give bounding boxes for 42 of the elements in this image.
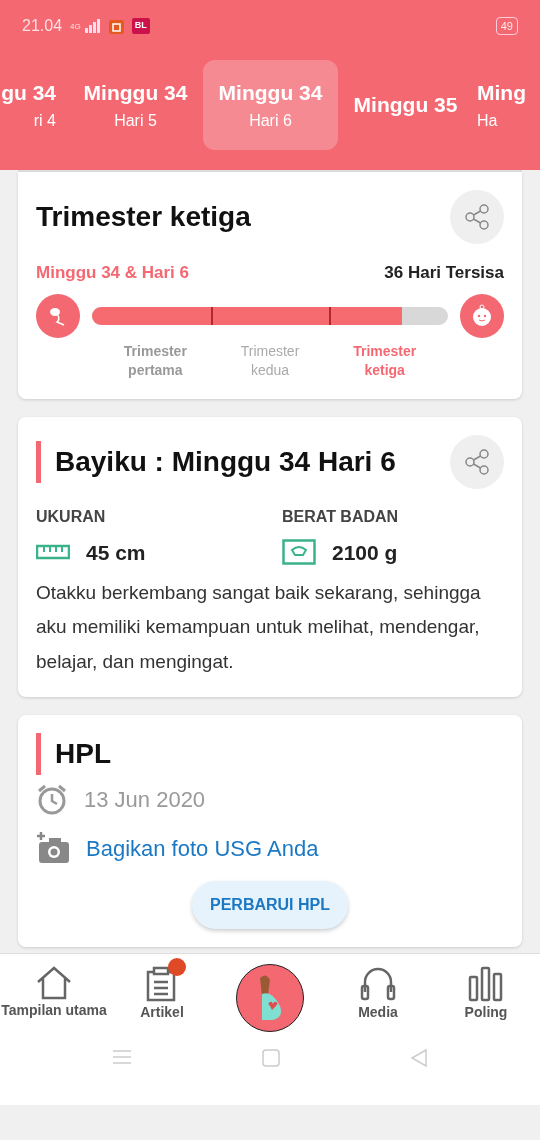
menu-icon[interactable] bbox=[111, 1047, 133, 1066]
alarm-clock-icon bbox=[36, 783, 68, 816]
share-photo-link[interactable]: Bagikan foto USG Anda bbox=[86, 831, 319, 865]
due-date: 13 Jun 2020 bbox=[84, 785, 206, 814]
app-badge: BL bbox=[131, 18, 150, 34]
document-icon bbox=[146, 965, 178, 1002]
week-tab[interactable]: Ming Ha bbox=[473, 60, 540, 150]
home-button-icon[interactable] bbox=[261, 1047, 281, 1068]
status-time: 21.04 bbox=[22, 16, 63, 36]
sperm-icon bbox=[36, 293, 80, 338]
nav-item[interactable]: Poling bbox=[432, 965, 540, 1023]
stat-label: BERAT BADAN bbox=[282, 506, 400, 527]
add-photo-icon bbox=[36, 832, 70, 865]
headphones-icon bbox=[359, 965, 397, 1002]
stat-value: 45 cm bbox=[86, 539, 146, 566]
scale-icon bbox=[282, 539, 316, 566]
card-title: Bayiku : Minggu 34 Hari 6 bbox=[36, 440, 396, 483]
card-title: Trimester ketiga bbox=[36, 200, 251, 234]
trimester-label: Trimester pertama bbox=[122, 341, 188, 381]
back-icon[interactable] bbox=[409, 1047, 429, 1068]
days-remaining: 36 Hari Tersisa bbox=[384, 262, 504, 284]
description-text: Otakku berkembang sangat baik sekarang, sehingga aku memiliki kemampuan untuk melihat, mendengar, belajar, dan mengingat. bbox=[36, 581, 482, 674]
update-button[interactable]: PERBARUI HPL bbox=[192, 880, 348, 929]
baby-face-icon bbox=[460, 293, 504, 338]
week-tab[interactable]: Minggu 34 Hari 6 bbox=[203, 60, 338, 150]
share-icon bbox=[464, 204, 490, 230]
bar-chart-icon bbox=[467, 965, 505, 1002]
week-tab[interactable]: Minggu 34 Hari 5 bbox=[68, 60, 203, 150]
nav-item[interactable]: Artikel bbox=[108, 965, 216, 1023]
stat-value: 2100 g bbox=[332, 539, 398, 566]
card-title: HPL bbox=[36, 732, 504, 775]
current-week-label: Minggu 34 & Hari 6 bbox=[36, 262, 190, 284]
trimester-label: Trimester kedua bbox=[239, 341, 301, 381]
week-tab[interactable]: Minggu 35 bbox=[338, 60, 473, 150]
nav-item[interactable]: Tampilan utama bbox=[0, 965, 108, 1021]
trimester-label: Trimester ketiga bbox=[352, 341, 418, 381]
share-icon bbox=[464, 448, 490, 475]
stat-label: UKURAN bbox=[36, 506, 107, 527]
home-icon bbox=[35, 965, 73, 1000]
week-tab[interactable]: gu 34 ri 4 bbox=[0, 60, 68, 150]
battery-indicator: 49 bbox=[495, 16, 518, 36]
nav-item[interactable]: Media bbox=[324, 965, 432, 1023]
